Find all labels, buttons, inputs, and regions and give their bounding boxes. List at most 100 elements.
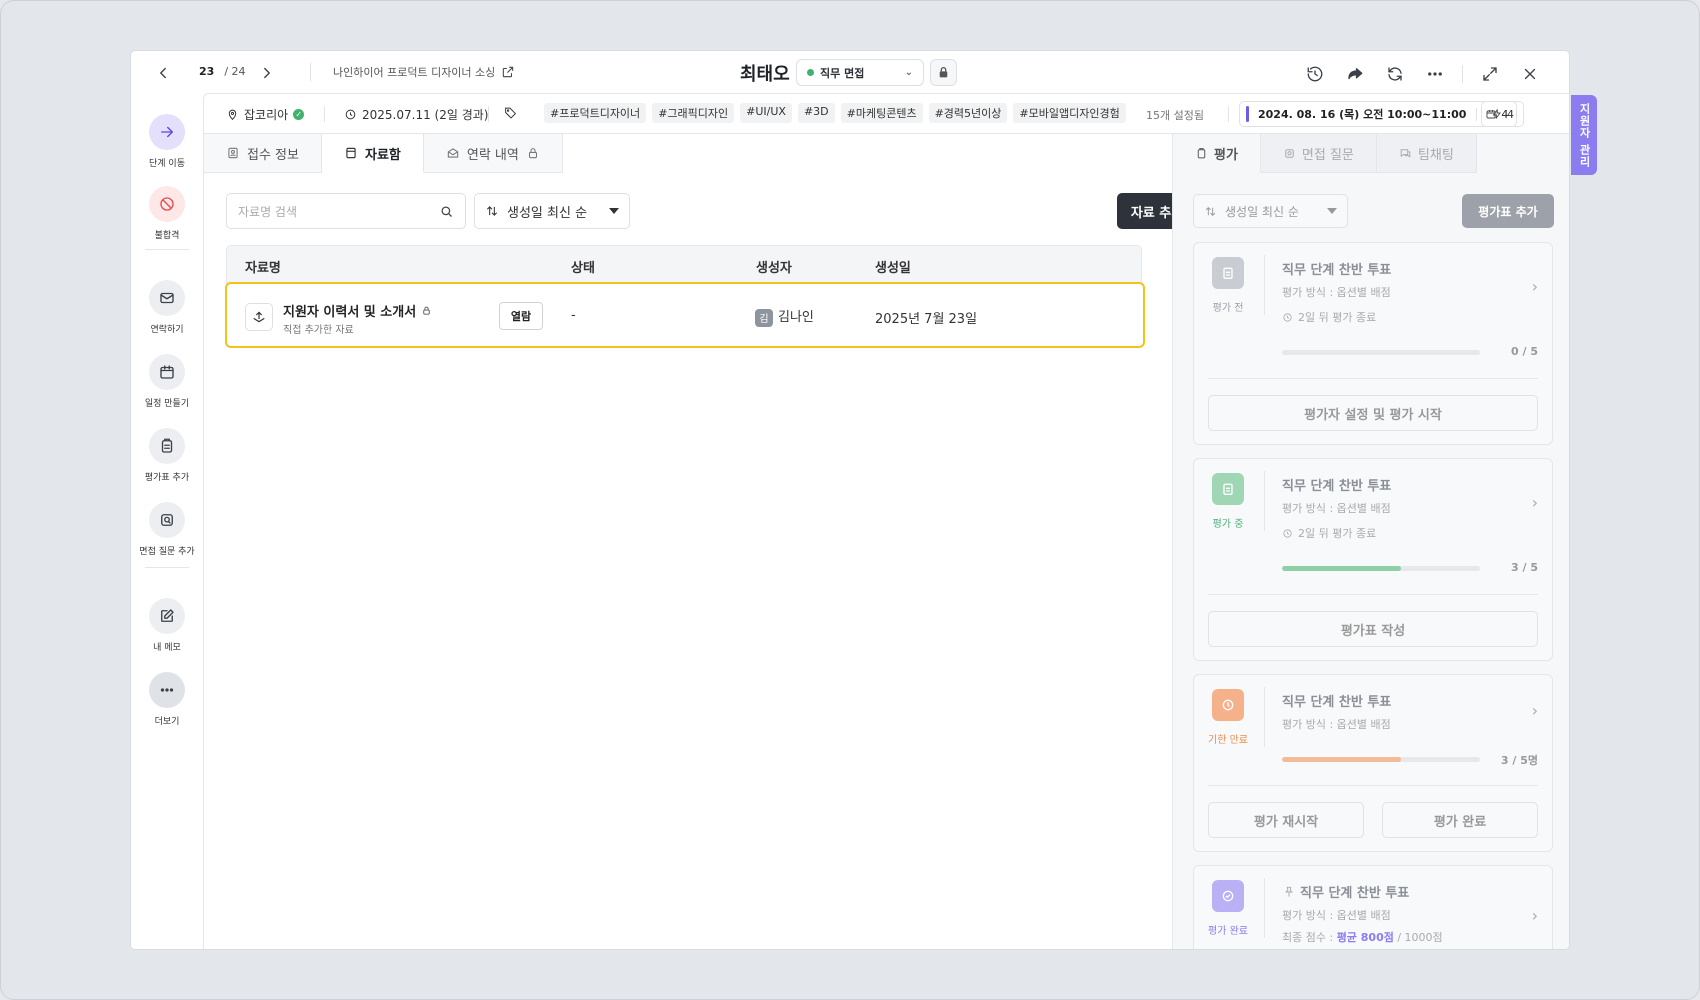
card-title: 직무 단계 찬반 투표	[1282, 263, 1392, 278]
tag-icon	[505, 107, 517, 119]
more-icon	[160, 688, 174, 692]
search-icon	[441, 206, 452, 217]
chevron-down-icon: ⌄	[904, 67, 913, 78]
close-icon	[1524, 68, 1536, 80]
start-evaluation-button[interactable]: 평가자 설정 및 평가 시작	[1208, 395, 1538, 431]
restart-evaluation-button[interactable]: 평가 재시작	[1208, 802, 1364, 838]
sort-select[interactable]: 생성일 최신 순	[474, 193, 630, 229]
question-icon	[1285, 148, 1294, 158]
stage-label: 직무 면접	[820, 66, 865, 80]
divider	[1264, 687, 1265, 747]
source-label: 잡코리아	[244, 108, 289, 122]
external-link-icon	[503, 66, 514, 78]
tab-label: 평가	[1214, 147, 1238, 163]
write-evaluation-button[interactable]: 평가표 작성	[1208, 611, 1538, 647]
sort-icon	[486, 206, 498, 216]
rail-add-evaluation[interactable]: 평가표 추가	[131, 428, 203, 483]
chevron-right-icon[interactable]: ›	[1532, 493, 1538, 512]
view-button[interactable]: 열람	[499, 302, 543, 330]
rail-move-stage[interactable]: 단계 이동	[131, 114, 203, 169]
clipboard-icon	[161, 438, 173, 453]
alarm-warning-icon	[1212, 689, 1244, 721]
search-input[interactable]: 자료명 검색	[226, 193, 466, 229]
location-pin-icon	[228, 109, 237, 121]
tab-documents[interactable]: 자료함	[321, 134, 424, 173]
card-due-label: 2일 뒤 평가 종료	[1298, 527, 1377, 540]
share-button[interactable]	[1342, 61, 1368, 87]
check-circle-icon	[1212, 880, 1244, 912]
chevron-right-icon[interactable]: ›	[1532, 701, 1538, 720]
pin-icon[interactable]	[1282, 885, 1296, 899]
clock-icon	[1283, 312, 1292, 322]
divider	[145, 249, 189, 250]
sort-icon	[1205, 206, 1216, 216]
rail-memo[interactable]: 내 메모	[131, 598, 203, 653]
more-button[interactable]	[1422, 61, 1448, 87]
tag-chip[interactable]: #그래픽디자인	[652, 103, 735, 123]
add-evaluation-button[interactable]: 평가표 추가	[1462, 194, 1554, 228]
tab-application-info[interactable]: 접수 정보	[204, 134, 322, 173]
tag-chip[interactable]: #마케팅콘텐츠	[840, 103, 923, 123]
panel-tabs: 평가 면접 질문 팀채팅	[1173, 134, 1477, 173]
rail-schedule[interactable]: 일정 만들기	[131, 354, 203, 409]
pager-total: / 24	[224, 65, 246, 78]
tag-chip[interactable]: #모바일앱디자인경험	[1013, 103, 1126, 123]
next-candidate-button[interactable]	[257, 63, 277, 83]
more-horizontal-icon	[1428, 72, 1442, 76]
panel-sort-select[interactable]: 생성일 최신 순	[1193, 194, 1348, 228]
tag-chip[interactable]: #경력5년이상	[928, 103, 1008, 123]
complete-evaluation-button[interactable]: 평가 완료	[1382, 802, 1538, 838]
chat-icon	[1400, 148, 1411, 158]
rail-icon-circle	[149, 280, 185, 316]
chevron-right-icon[interactable]: ›	[1532, 277, 1538, 296]
candidate-management-tab[interactable]: 지원자 관리	[1571, 95, 1597, 175]
tab-evaluation[interactable]: 평가	[1173, 134, 1261, 173]
table-row[interactable]: 지원자 이력서 및 소개서 직접 추가한 자료 열람 - 김 김나인 2025년 …	[225, 282, 1145, 348]
tag-chip[interactable]: #프로덕트디자이너	[544, 103, 647, 123]
schedule-chip[interactable]: 2024. 08. 16 (목) 오전 10:00~11:00 4	[1239, 101, 1518, 127]
clipboard-icon	[1212, 473, 1244, 505]
archive-icon	[346, 147, 356, 159]
rail-add-question[interactable]: 면접 질문 추가	[131, 502, 203, 557]
close-button[interactable]	[1517, 61, 1543, 87]
tab-interview-questions[interactable]: 면접 질문	[1260, 134, 1377, 173]
tab-label: 접수 정보	[247, 147, 299, 163]
main-tabs: 접수 정보 자료함 연락 내역	[204, 134, 563, 173]
progress-label: 3 / 5명	[1500, 754, 1538, 767]
automation-chip[interactable]: 4	[1481, 101, 1524, 127]
table-header: 자료명 상태 생성자 생성일	[227, 246, 1141, 283]
card-method: 평가 방식 : 옵션별 배점	[1282, 718, 1391, 731]
card-title: 직무 단계 찬반 투표	[1282, 695, 1392, 710]
sourcing-link[interactable]: 나인하이어 프로덕트 디자이너 소싱	[333, 64, 515, 80]
rail-contact[interactable]: 연락하기	[131, 280, 203, 335]
stage-select[interactable]: 직무 면접 ⌄	[796, 59, 924, 86]
progress-bar	[1282, 566, 1480, 571]
rail-reject[interactable]: 불합격	[131, 186, 203, 241]
chevron-right-icon	[264, 67, 270, 79]
tag-chip[interactable]: #3D	[797, 103, 835, 123]
document-created-date: 2025년 7월 23일	[875, 312, 978, 327]
candidate-name: 최태오	[740, 64, 790, 85]
lock-button[interactable]	[930, 59, 957, 86]
divider	[1208, 785, 1538, 786]
refresh-button[interactable]	[1382, 61, 1408, 87]
sort-label: 생성일 최신 순	[507, 205, 588, 221]
prev-candidate-button[interactable]	[153, 63, 173, 83]
mail-icon	[160, 292, 174, 304]
tab-contact-history[interactable]: 연락 내역	[423, 134, 563, 173]
chevron-right-icon[interactable]: ›	[1532, 906, 1538, 925]
document-subtitle: 직접 추가한 자료	[283, 325, 354, 336]
creator-name: 김나인	[778, 310, 814, 325]
expand-button[interactable]	[1477, 61, 1503, 87]
progress-bar	[1282, 350, 1480, 355]
rail-more[interactable]: 더보기	[131, 672, 203, 727]
candidate-modal: 23/ 24 나인하이어 프로덕트 디자이너 소싱 최태오 직무 면접 ⌄ 단계…	[131, 51, 1569, 949]
history-button[interactable]	[1302, 61, 1328, 87]
upload-icon	[245, 303, 273, 331]
tag-chip[interactable]: #UI/UX	[740, 103, 792, 123]
rail-label: 불합격	[154, 231, 180, 241]
divider	[1264, 255, 1265, 315]
tab-team-chat[interactable]: 팀채팅	[1376, 134, 1477, 173]
verified-icon: ✓	[293, 109, 305, 120]
rail-label: 단계 이동	[149, 159, 185, 169]
